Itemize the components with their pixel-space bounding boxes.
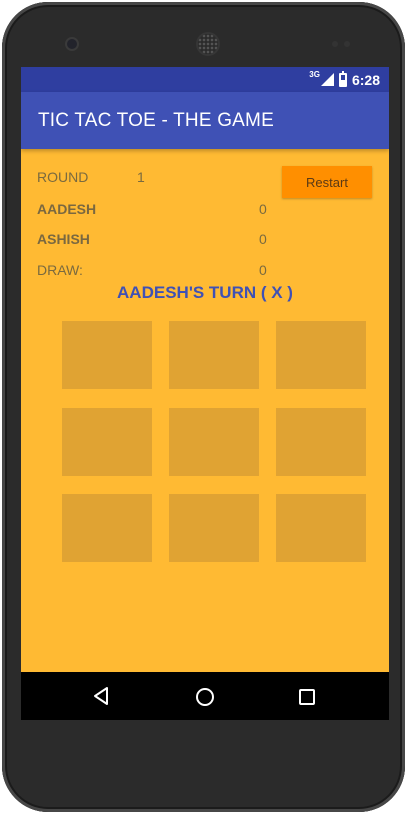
board-cell-4[interactable] [62,408,152,476]
player2-score: 0 [259,231,267,247]
board-cell-3[interactable] [276,321,366,389]
player2-name: ASHISH [37,231,90,247]
draw-value: 0 [259,262,267,278]
recent-apps-icon[interactable] [299,689,315,705]
restart-button[interactable]: Restart [282,166,372,198]
front-camera [67,39,77,49]
player1-name: AADESH [37,201,97,217]
app-screen: 3G 6:28 TIC TAC TOE - THE GAME ROUND 1 A… [21,67,389,717]
draw-label: DRAW: [37,262,83,278]
battery-icon [338,70,347,87]
board-cell-5[interactable] [169,408,259,476]
board-cell-6[interactable] [276,408,366,476]
signal-icon [320,73,334,86]
status-time: 6:28 [351,71,380,88]
app-title: TIC TAC TOE - THE GAME [38,110,274,131]
board-cell-2[interactable] [169,321,259,389]
proximity-sensor [332,41,338,47]
navigation-bar [21,672,389,720]
earpiece-speaker [198,34,218,54]
home-icon[interactable] [196,688,214,706]
status-bar: 3G 6:28 [21,67,389,92]
board-cell-8[interactable] [169,494,259,562]
round-label: ROUND [37,169,89,185]
app-bar: TIC TAC TOE - THE GAME [21,92,389,149]
status-icons: 3G 6:28 [309,70,380,88]
turn-indicator: AADESH'S TURN ( X ) [117,283,293,302]
board-cell-1[interactable] [62,321,152,389]
back-icon[interactable] [93,686,109,706]
board-cell-9[interactable] [276,494,366,562]
player1-score: 0 [259,201,267,217]
round-value: 1 [137,169,145,185]
game-board [62,321,366,563]
light-sensor [344,41,350,47]
network-type-label: 3G [309,70,320,79]
board-cell-7[interactable] [62,494,152,562]
